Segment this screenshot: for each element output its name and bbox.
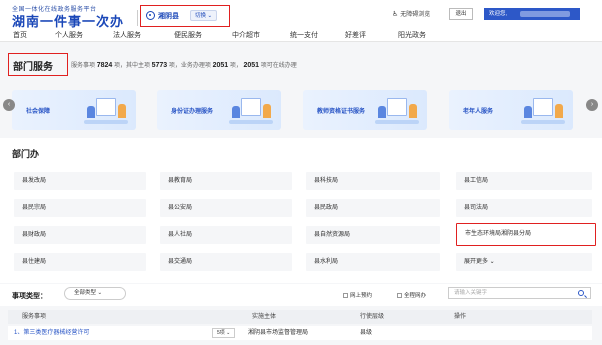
banner-teacher-certificate[interactable]: 教师资格证书服务 (303, 90, 427, 130)
site-logo[interactable]: 湖南一件事一次办 (12, 11, 124, 30)
keyword-search-input[interactable]: 请输入关键字 (448, 287, 591, 299)
expand-more-button[interactable]: 展开更多 ⌄ (456, 253, 592, 271)
nav-legal-service[interactable]: 法人服务 (113, 30, 141, 40)
logout-button[interactable]: 退出 (449, 8, 473, 20)
select-value: 全部类型 (74, 290, 97, 296)
chevron-down-icon: ⌄ (207, 13, 213, 19)
nav-open-government[interactable]: 阳光政务 (398, 30, 426, 40)
chevron-down-icon: ⌄ (488, 259, 495, 265)
dept-item[interactable]: 县司法局 (456, 199, 592, 217)
banner-label: 身份证办理服务 (171, 109, 214, 115)
illustration-icon (521, 96, 565, 124)
fully-online-checkbox[interactable]: 全程网办 (397, 291, 426, 299)
column-header: 行使层级 (360, 314, 385, 320)
table-row: 1、第三类医疗器械经营许可 5项 ⌄ 湘阴县市场监督管理局 县级 (8, 326, 592, 340)
logo-divider (137, 10, 138, 26)
location-icon (146, 11, 155, 20)
service-item-link[interactable]: 1、第三类医疗器械经营许可 (14, 326, 89, 340)
stats-total: 7824 (96, 62, 113, 69)
region-switch-button[interactable]: 切换 ⌄ (190, 10, 218, 21)
stats-text-3: 项， (229, 63, 242, 69)
switch-label: 切换 (195, 13, 207, 19)
banner-label: 老年人服务 (463, 109, 494, 115)
nav-unified-payment[interactable]: 统一支付 (290, 30, 318, 40)
chevron-right-icon: › (590, 101, 594, 108)
stats-business: 2051 (212, 62, 229, 69)
stats-main: 5773 (151, 62, 168, 69)
illustration-icon (375, 96, 419, 124)
dept-item[interactable]: 县水利局 (306, 253, 440, 271)
banner-social-security[interactable]: 社会保障 (12, 90, 136, 130)
service-banners: 社会保障 身份证办理服务 教师资格证书服务 老年人服务 (0, 84, 602, 132)
dept-item[interactable]: 县住建局 (14, 253, 146, 271)
accessibility-label: 无障碍浏览 (400, 12, 431, 18)
nav-home[interactable]: 首页 (13, 30, 27, 40)
accessibility-icon: ♿ (392, 11, 399, 18)
table-header: 服务事项 实施主体 行使层级 操作 (8, 310, 592, 324)
nav-agency-market[interactable]: 中介超市 (232, 30, 260, 40)
dept-item[interactable]: 县民政局 (306, 199, 440, 217)
service-stats: 服务事项 7824 项，其中主项 5773 项，业务办理项 2051 项， 20… (71, 60, 297, 69)
stats-online: 2051 (243, 62, 260, 69)
welcome-label: 欢迎您, (489, 11, 508, 17)
column-header: 服务事项 (22, 314, 47, 320)
search-icon[interactable] (578, 290, 584, 296)
search-placeholder: 请输入关键字 (454, 290, 488, 296)
department-title: 部门办 (12, 149, 40, 159)
banner-label: 教师资格证书服务 (317, 109, 366, 115)
illustration-icon (229, 96, 273, 124)
banner-label: 社会保障 (26, 109, 51, 115)
chevron-left-icon: ‹ (7, 101, 11, 108)
dept-item[interactable]: 县交通局 (160, 253, 292, 271)
chevron-down-icon: ⌄ (97, 290, 103, 296)
dept-item-highlighted[interactable]: 市生态环境局湘阴县分局 (456, 223, 596, 246)
dept-item[interactable]: 县自然资源局 (306, 226, 440, 244)
exercise-level: 县级 (360, 330, 373, 336)
checkbox-label: 全程网办 (404, 293, 427, 299)
dept-item[interactable]: 县公安局 (160, 199, 292, 217)
user-name-redacted (520, 11, 570, 17)
region-name: 湘阴县 (158, 13, 179, 20)
illustration-icon (84, 96, 128, 124)
dept-item[interactable]: 县科技局 (306, 172, 440, 190)
stats-text-2: 项，业务办理项 (168, 63, 211, 69)
checkbox-icon (343, 293, 348, 299)
checkbox-label: 网上预约 (350, 293, 373, 299)
dept-item[interactable]: 县人社局 (160, 226, 292, 244)
dept-item[interactable]: 县财政局 (14, 226, 146, 244)
stats-suffix: 项可在线办理 (260, 63, 297, 69)
dept-item[interactable]: 县民宗局 (14, 199, 146, 217)
column-header: 实施主体 (252, 314, 277, 320)
accessibility-button[interactable]: ♿ 无障碍浏览 (392, 9, 430, 18)
online-booking-checkbox[interactable]: 网上预约 (343, 291, 372, 299)
stats-prefix: 服务事项 (71, 63, 96, 69)
expand-more-label: 展开更多 (464, 259, 489, 265)
nav-review[interactable]: 好差评 (345, 30, 366, 40)
implementing-org: 湘阴县市场监督管理局 (248, 330, 309, 336)
checkbox-icon (397, 293, 402, 299)
sub-item-count-dropdown[interactable]: 5项 ⌄ (212, 328, 236, 338)
dept-item[interactable]: 县工信局 (456, 172, 592, 190)
item-type-select[interactable]: 全部类型 ⌄ (64, 287, 126, 300)
banner-elderly-service[interactable]: 老年人服务 (449, 90, 573, 130)
chevron-down-icon: ⌄ (226, 330, 231, 336)
column-header: 操作 (454, 314, 467, 320)
section-title: 部门服务 (13, 62, 53, 73)
nav-personal-service[interactable]: 个人服务 (55, 30, 83, 40)
dept-item[interactable]: 县教育局 (160, 172, 292, 190)
carousel-prev-button[interactable]: ‹ (3, 99, 15, 111)
count-label: 5项 (217, 330, 225, 336)
banner-id-card[interactable]: 身份证办理服务 (157, 90, 281, 130)
stats-text-1: 项，其中主项 (113, 63, 150, 69)
filter-label: 事项类型： (12, 293, 47, 300)
dept-item[interactable]: 县发改局 (14, 172, 146, 190)
carousel-next-button[interactable]: › (586, 99, 598, 111)
nav-convenience-service[interactable]: 便民服务 (174, 30, 202, 40)
